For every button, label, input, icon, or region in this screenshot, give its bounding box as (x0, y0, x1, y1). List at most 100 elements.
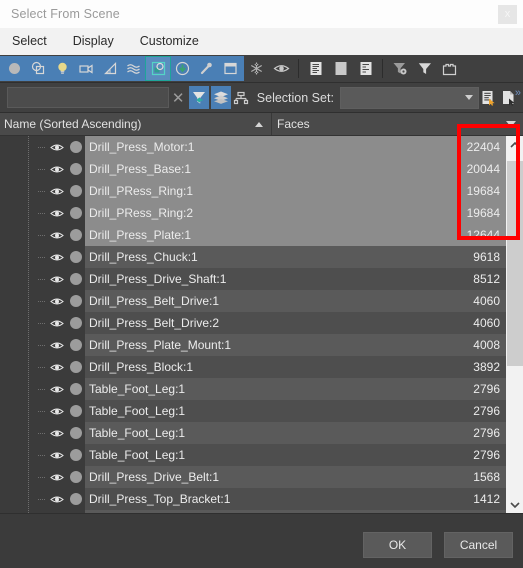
column-header-faces[interactable]: Faces (272, 113, 523, 135)
row-spacer (293, 180, 361, 202)
table-row[interactable]: Drill_Press_Drive_Belt:1 1568 (0, 466, 506, 488)
groups-icon[interactable] (145, 56, 171, 81)
eye-icon[interactable] (47, 180, 66, 202)
eye-icon[interactable] (47, 224, 66, 246)
menu-item-display[interactable]: Display (71, 32, 126, 51)
cancel-button[interactable]: Cancel (444, 532, 513, 558)
scrollbar-thumb[interactable] (507, 161, 523, 366)
expand-all-icon[interactable] (303, 57, 328, 80)
circle-icon[interactable] (66, 400, 85, 422)
circle-icon[interactable] (66, 246, 85, 268)
helpers-icon[interactable] (98, 57, 122, 80)
pick-list-icon[interactable] (479, 86, 499, 109)
containers-icon[interactable] (218, 57, 242, 80)
xrefs-icon[interactable] (170, 57, 194, 80)
row-faces: 12644 (361, 224, 506, 246)
eye-icon[interactable] (47, 378, 66, 400)
eye-icon[interactable] (47, 158, 66, 180)
title-bar: Select From Scene x (0, 0, 523, 28)
selection-set-dropdown[interactable] (339, 86, 480, 109)
chevron-down-icon[interactable] (506, 496, 523, 513)
table-row[interactable]: Drill_PRess_Ring:1 19684 (0, 180, 506, 202)
shapes-icon[interactable] (26, 57, 50, 80)
scene-object-list[interactable]: Drill_Press_Motor:1 22404 Drill_Press_Base… (0, 136, 506, 513)
table-row[interactable]: Drill_Press_Drive_Shaft:1 8512 (0, 268, 506, 290)
table-row[interactable]: Drill_Press_Block:1 3892 (0, 356, 506, 378)
table-row[interactable]: Drill_Press_Belt_Drive:2 4060 (0, 312, 506, 334)
tree-indent (0, 422, 38, 444)
eye-icon[interactable] (47, 466, 66, 488)
eye-icon[interactable] (47, 400, 66, 422)
circle-icon[interactable] (66, 268, 85, 290)
eye-icon[interactable] (47, 488, 66, 510)
clear-search-icon[interactable]: ✕ (169, 87, 187, 109)
circle-icon[interactable] (66, 444, 85, 466)
table-row[interactable]: Drill_Press_Top_Bracket:1 1412 (0, 488, 506, 510)
circle-icon[interactable] (66, 466, 85, 488)
circle-icon[interactable] (66, 356, 85, 378)
circle-icon[interactable] (66, 202, 85, 224)
circle-icon[interactable] (66, 510, 85, 513)
eye-icon[interactable] (47, 290, 66, 312)
table-row[interactable]: Drill_Press_Plate_Mount:1 4008 (0, 334, 506, 356)
eye-icon[interactable] (47, 334, 66, 356)
menu-item-select[interactable]: Select (10, 32, 59, 51)
table-row[interactable]: Table_Foot_Leg:1 2796 (0, 378, 506, 400)
freeze-icon[interactable] (244, 57, 269, 80)
lights-icon[interactable] (50, 57, 74, 80)
eye-icon[interactable] (47, 246, 66, 268)
eye-icon[interactable] (47, 444, 66, 466)
circle-icon[interactable] (66, 136, 85, 158)
eye-icon[interactable] (47, 356, 66, 378)
table-row[interactable]: Drill_PRess_Ring:2 19684 (0, 202, 506, 224)
menu-item-customize[interactable]: Customize (138, 32, 211, 51)
filter-icon[interactable] (412, 57, 437, 80)
vertical-scrollbar[interactable] (506, 136, 523, 513)
circle-icon[interactable] (66, 290, 85, 312)
circle-icon[interactable] (66, 378, 85, 400)
tree-connector (38, 180, 47, 202)
cameras-icon[interactable] (74, 57, 98, 80)
chevron-up-icon[interactable] (506, 136, 523, 153)
table-row[interactable]: Drill_Press_Motor:1 22404 (0, 136, 506, 158)
circle-icon[interactable] (66, 422, 85, 444)
eye-icon[interactable] (47, 202, 66, 224)
container-icon[interactable] (437, 57, 462, 80)
bone-objects-icon[interactable] (194, 57, 218, 80)
circle-icon[interactable] (66, 180, 85, 202)
search-input[interactable] (7, 87, 169, 108)
table-row[interactable]: Table_Foot_Leg:1 2796 (0, 422, 506, 444)
hierarchy-icon[interactable] (231, 86, 251, 109)
circle-icon[interactable] (66, 488, 85, 510)
ok-button[interactable]: OK (363, 532, 432, 558)
table-row[interactable]: Table_Foot_Leg:1 2796 (0, 400, 506, 422)
table-row[interactable]: Drill_Press_Base:1 20044 (0, 158, 506, 180)
table-row[interactable]: Drill_Press_Top_Bracket:2 1412 (0, 510, 506, 513)
hidden-icon[interactable] (269, 57, 294, 80)
table-row[interactable]: Drill_Press_Plate:1 12644 (0, 224, 506, 246)
eye-icon[interactable] (47, 136, 66, 158)
geometry-icon[interactable] (2, 57, 26, 80)
circle-icon[interactable] (66, 224, 85, 246)
configure-filter-icon[interactable] (387, 57, 412, 80)
space-warps-icon[interactable] (122, 57, 146, 80)
collapse-all-icon[interactable] (328, 57, 353, 80)
column-header-name[interactable]: Name (Sorted Ascending) (0, 113, 272, 135)
eye-icon[interactable] (47, 312, 66, 334)
circle-icon[interactable] (66, 312, 85, 334)
circle-icon[interactable] (66, 334, 85, 356)
filter-selected-icon[interactable] (189, 86, 210, 109)
scrollbar-track[interactable] (506, 153, 523, 496)
eye-icon[interactable] (47, 510, 66, 513)
table-row[interactable]: Table_Foot_Leg:1 2796 (0, 444, 506, 466)
table-row[interactable]: Drill_Press_Chuck:1 9618 (0, 246, 506, 268)
table-row[interactable]: Drill_Press_Belt_Drive:1 4060 (0, 290, 506, 312)
close-icon[interactable]: x (498, 5, 517, 24)
list-types-icon[interactable] (353, 57, 378, 80)
eye-icon[interactable] (47, 422, 66, 444)
sort-desc-icon (506, 121, 516, 127)
eye-icon[interactable] (47, 268, 66, 290)
toolbar-overflow-button[interactable]: » (515, 87, 521, 99)
circle-icon[interactable] (66, 158, 85, 180)
layers-icon[interactable] (211, 86, 231, 109)
